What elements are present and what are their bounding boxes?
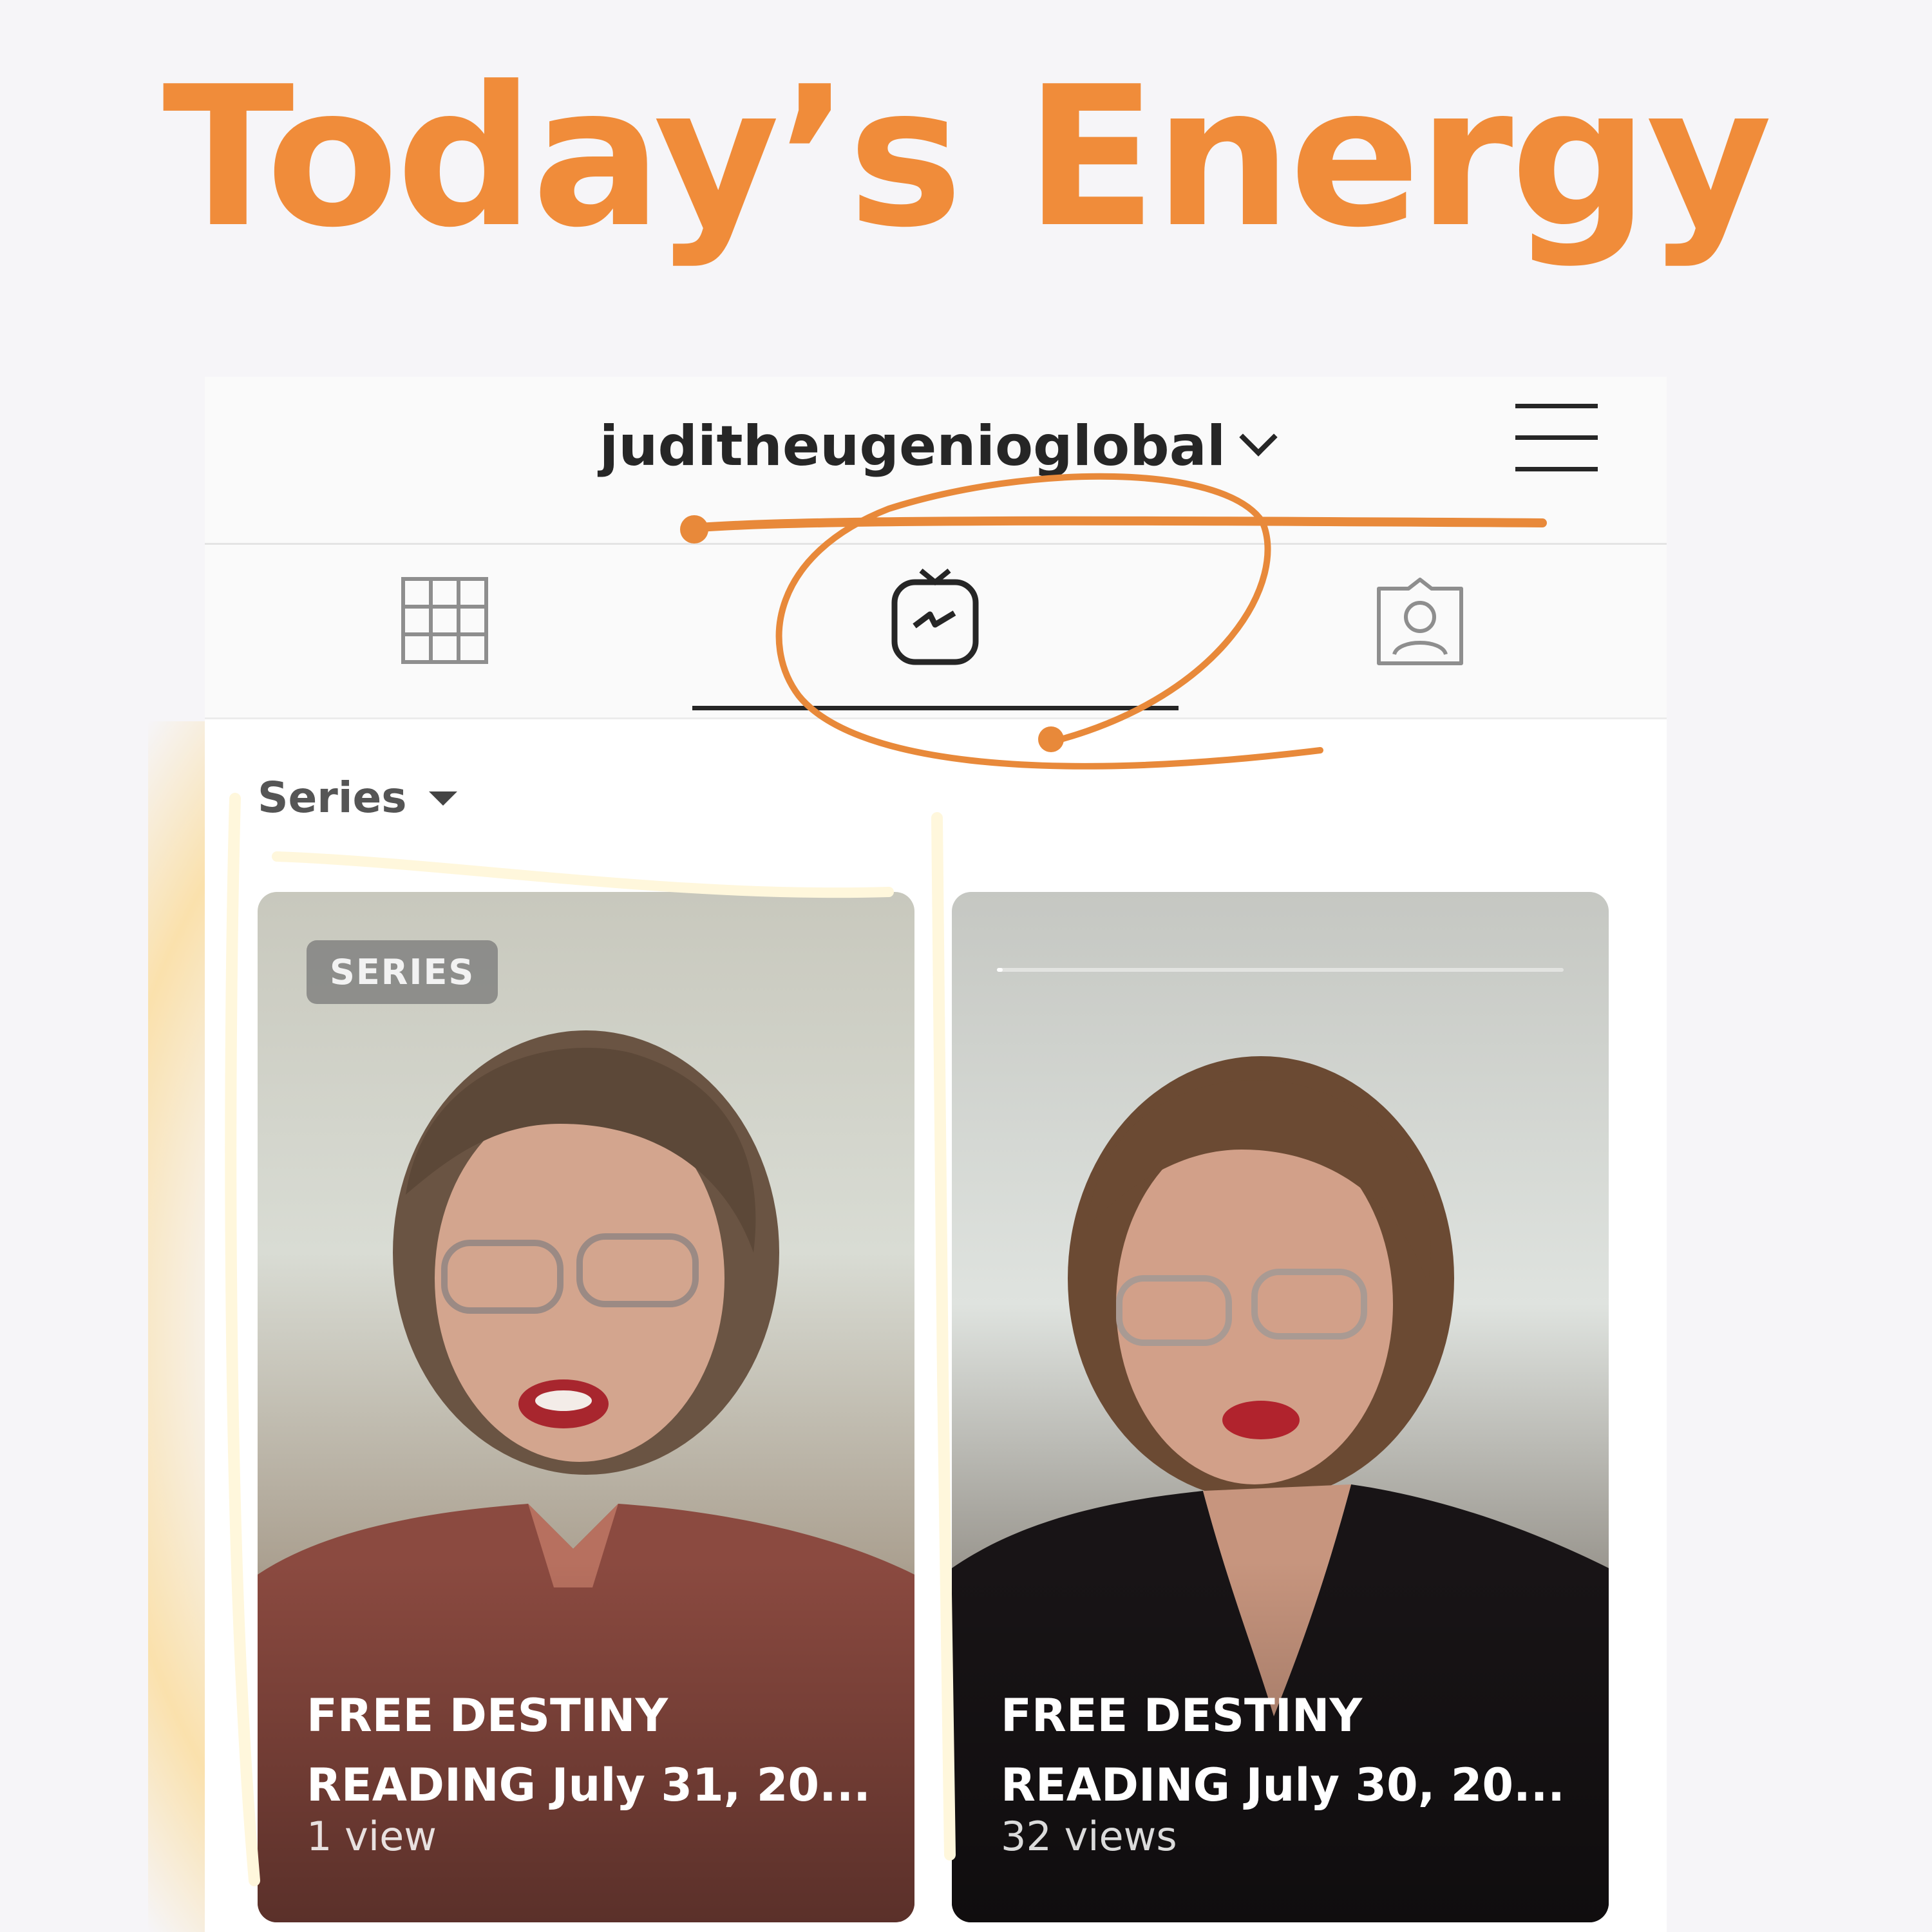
series-badge: SERIES	[307, 940, 498, 1004]
tab-tagged[interactable]	[1375, 577, 1465, 667]
series-filter-label: Series	[258, 773, 407, 822]
active-tab-indicator	[692, 706, 1179, 710]
watch-progress-fill	[997, 968, 1003, 972]
caret-down-icon	[428, 791, 457, 806]
igtv-icon	[891, 568, 979, 665]
instagram-profile-screen: juditheugenioglobal Series SERIES FREE D…	[205, 377, 1667, 1932]
video-views: 1 view	[307, 1813, 437, 1860]
username: juditheugenioglobal	[599, 414, 1226, 478]
video-card[interactable]: SERIES FREE DESTINY READING July 31, 20.…	[258, 892, 914, 1922]
hamburger-menu-icon[interactable]	[1515, 404, 1598, 476]
headline: Today’s Energy	[162, 45, 1772, 270]
chevron-down-icon	[1239, 418, 1278, 457]
video-title: FREE DESTINY READING July 30, 20...	[1001, 1689, 1565, 1812]
video-views: 32 views	[1001, 1813, 1177, 1860]
profile-tabs	[205, 545, 1667, 719]
tab-grid[interactable]	[401, 577, 488, 664]
series-filter-dropdown[interactable]: Series	[258, 773, 457, 822]
account-switcher[interactable]: juditheugenioglobal	[205, 414, 1667, 478]
profile-header: juditheugenioglobal	[205, 377, 1667, 545]
video-title: FREE DESTINY READING July 31, 20...	[307, 1689, 871, 1812]
tab-igtv[interactable]	[890, 568, 980, 666]
watch-progress-bar	[997, 968, 1564, 972]
grid-icon	[401, 577, 488, 664]
video-card[interactable]: FREE DESTINY READING July 30, 20... 32 v…	[952, 892, 1609, 1922]
tagged-person-icon	[1377, 578, 1463, 665]
